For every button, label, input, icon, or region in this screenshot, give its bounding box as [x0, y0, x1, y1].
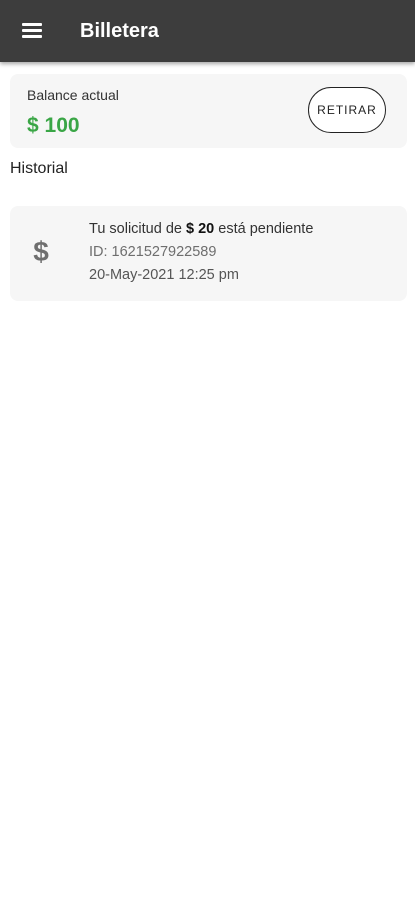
request-message-prefix: Tu solicitud de — [89, 221, 182, 237]
history-title: Historial — [10, 160, 68, 177]
page-title: Billetera — [80, 20, 159, 42]
request-message: Tu solicitud de $ 20 está pendiente — [89, 220, 313, 238]
menu-button[interactable] — [12, 12, 52, 52]
history-item[interactable]: $ Tu solicitud de $ 20 está pendiente ID… — [10, 206, 407, 301]
request-datetime: 20-May-2021 12:25 pm — [89, 267, 239, 283]
request-message-suffix: está pendiente — [218, 221, 314, 237]
balance-label: Balance actual — [27, 87, 119, 103]
balance-amount: $ 100 — [27, 114, 80, 137]
withdraw-button[interactable]: RETIRAR — [308, 87, 386, 133]
balance-card: Balance actual $ 100 RETIRAR — [10, 74, 407, 148]
request-amount: $ 20 — [186, 221, 215, 237]
dollar-icon: $ — [33, 236, 49, 267]
request-id: ID: 1621527922589 — [89, 244, 217, 260]
app-bar: Billetera — [0, 0, 415, 62]
